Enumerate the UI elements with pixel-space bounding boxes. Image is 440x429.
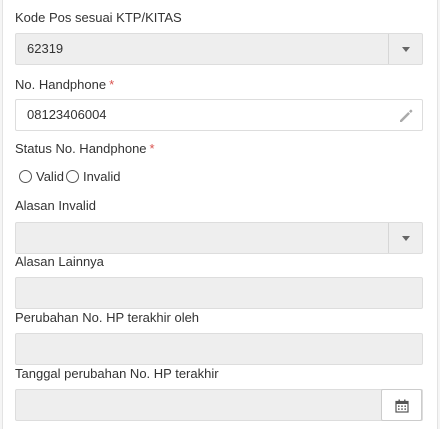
other-reason-input[interactable] xyxy=(15,277,423,309)
required-mark: * xyxy=(109,77,115,92)
last-changed-by-label: Perubahan No. HP terakhir oleh xyxy=(15,310,200,325)
chevron-down-icon[interactable] xyxy=(388,223,422,253)
postal-code-label: Kode Pos sesuai KTP/KITAS xyxy=(15,10,182,25)
pencil-icon[interactable] xyxy=(398,108,414,124)
postal-code-select[interactable]: 62319 xyxy=(15,33,423,65)
calendar-button[interactable] xyxy=(381,389,422,421)
other-reason-label: Alasan Lainnya xyxy=(15,254,104,269)
calendar-icon xyxy=(395,399,409,413)
chevron-down-icon[interactable] xyxy=(388,34,422,64)
last-changed-by-input[interactable] xyxy=(15,333,423,365)
phone-label-text: No. Handphone xyxy=(15,77,107,92)
radio-invalid-label[interactable]: Invalid xyxy=(83,169,121,184)
last-changed-date-label: Tanggal perubahan No. HP terakhir xyxy=(15,366,219,381)
phone-label: No. Handphone * xyxy=(15,77,114,92)
required-mark: * xyxy=(149,141,155,156)
radio-invalid[interactable] xyxy=(65,170,79,184)
form-panel: Kode Pos sesuai KTP/KITAS 62319 No. Hand… xyxy=(2,0,438,429)
invalid-reason-select[interactable] xyxy=(15,222,423,254)
phone-input[interactable]: 08123406004 xyxy=(15,99,423,131)
last-changed-date-input[interactable] xyxy=(15,389,423,421)
postal-code-value: 62319 xyxy=(27,41,64,56)
phone-status-label: Status No. Handphone * xyxy=(15,141,155,156)
invalid-reason-label: Alasan Invalid xyxy=(15,198,96,213)
radio-valid-label[interactable]: Valid xyxy=(36,169,64,184)
radio-valid[interactable] xyxy=(19,170,32,184)
phone-status-radio-group: Valid Invalid xyxy=(19,168,121,184)
phone-status-label-text: Status No. Handphone xyxy=(15,141,147,156)
phone-value: 08123406004 xyxy=(27,107,107,122)
